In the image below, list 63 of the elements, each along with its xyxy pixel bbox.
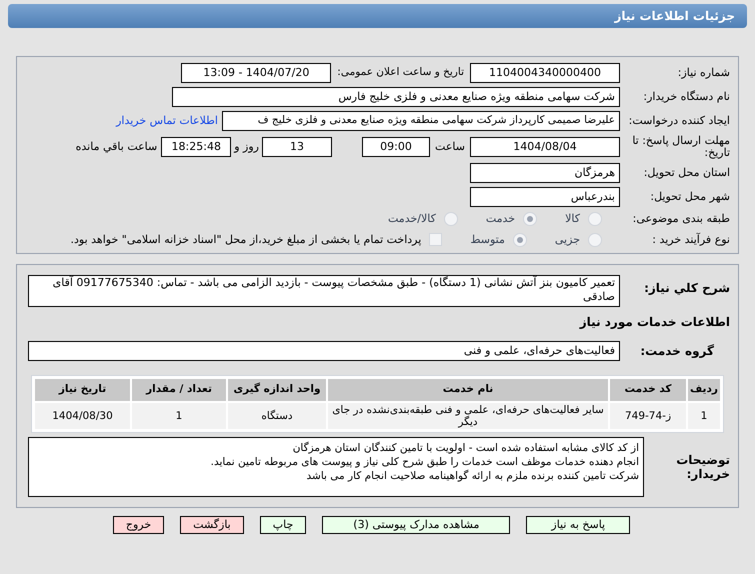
value-field: 09:00 xyxy=(362,137,430,157)
note-line: انجام دهنده خدمات موظف است خدمات را طبق شرح کلی نیاز و پیوست های مربوطه تامین نماید. xyxy=(210,455,639,469)
checkbox[interactable] xyxy=(429,233,442,246)
column-header: تاریخ نیاز xyxy=(35,379,130,401)
value-field: هرمزگان xyxy=(470,163,620,183)
column-header: تعداد / مقدار xyxy=(132,379,226,401)
table-cell: دستگاه xyxy=(228,403,326,429)
value-field: بندرعباس xyxy=(470,187,620,207)
value-field: 1404/08/04 xyxy=(470,137,620,157)
value-field: 1404/07/20 - 13:09 xyxy=(181,63,332,83)
value-field: شرکت سهامی منطقه ویژه صنایع معدنی و فلزی خلیج فارس xyxy=(172,87,620,107)
column-header: کد خدمت xyxy=(610,379,686,401)
value-field: 13 xyxy=(262,137,332,157)
field-label: نام دستگاه خریدار: xyxy=(642,88,731,105)
table-cell: ز-74-749 xyxy=(610,403,686,429)
radio-label: متوسط xyxy=(470,232,505,248)
note-line: شرکت تامین کننده برنده ملزم به ارائه گواهینامه صلاحیت انجام کار می باشد xyxy=(306,469,639,483)
radio-button[interactable] xyxy=(588,212,602,226)
buyer-notes-field[interactable] xyxy=(28,437,644,497)
value-field: فعالیت‌های حرفه‌ای، علمی و فنی xyxy=(28,341,620,361)
summary-field[interactable]: تعمیر کامیون بنز آتش نشانی (1 دستگاه) - طبق مشخصات پیوست - بازدید الزامی می باشد - تماس: 09177675340 آقای صادقی xyxy=(28,275,620,307)
field-label: شهر محل تحویل: xyxy=(649,188,731,205)
header-bar: جزئیات اطلاعات نیاز xyxy=(8,4,747,28)
column-header: ردیف xyxy=(688,379,720,401)
field-label: استان محل تحویل: xyxy=(642,164,731,181)
field-label: ایجاد کننده درخواست: xyxy=(628,112,731,129)
field-label: شرح کلي نياز: xyxy=(643,280,731,297)
field-label: روز و xyxy=(232,138,260,155)
buyer-contact-link[interactable]: اطلاعات تماس خریدار xyxy=(116,112,218,130)
radio-label: جزیی xyxy=(554,232,580,248)
radio-button[interactable] xyxy=(444,212,458,226)
radio-label: کالا xyxy=(565,211,580,227)
table-cell: 1 xyxy=(688,403,720,429)
radio-button[interactable] xyxy=(523,212,538,226)
value-field: 1104004340000400 xyxy=(470,63,620,83)
value-field: علیرضا صمیمی کارپرداز شرکت سهامی منطقه ویژه صنایع معدنی و فلزی خلیج ف xyxy=(222,111,620,131)
field-label: طبقه بندی موضوعی: xyxy=(632,211,731,227)
section-title: اطلاعات خدمات مورد نیاز xyxy=(578,314,731,331)
radio-label: خدمت xyxy=(486,211,516,227)
table-cell: 1404/08/30 xyxy=(35,403,130,429)
field-label: ساعت باقي مانده xyxy=(76,138,158,155)
field-label: توضیحات خریدار: xyxy=(675,453,731,481)
table-cell: 1 xyxy=(132,403,226,429)
field-label: مهلت ارسال پاسخ: تا تاریخ: xyxy=(631,135,731,159)
action-button[interactable]: پاسخ به نیاز xyxy=(526,516,630,534)
table-cell: سایر فعالیت‌های حرفه‌ای، علمی و فنی طبقه‌بندی‌نشده در جای دیگر xyxy=(328,403,608,429)
radio-label: کالا/خدمت xyxy=(388,211,436,227)
radio-button[interactable] xyxy=(512,232,527,247)
field-label: تاریخ و ساعت اعلان عمومی: xyxy=(336,65,465,80)
action-button[interactable]: چاپ xyxy=(260,516,306,534)
radio-button[interactable] xyxy=(588,232,602,247)
action-button[interactable]: خروج xyxy=(112,516,164,534)
note-line: از کد کالای مشابه استفاده شده است - اولویت با تامین کنندگان استان هرمزگان xyxy=(292,441,639,455)
action-button[interactable]: بازگشت xyxy=(180,516,244,534)
field-label: گروه خدمت: xyxy=(639,343,715,360)
payment-note: پرداخت تمام یا بخشی از مبلغ خرید،از محل "اسناد خزانه اسلامی" خواهد بود. xyxy=(70,232,422,248)
field-label: ساعت xyxy=(434,138,466,155)
field-label: شماره نیاز: xyxy=(676,64,731,81)
countdown-field: 18:25:48 xyxy=(161,137,232,157)
action-button[interactable]: مشاهده مدارک پیوستی (3) xyxy=(322,516,510,534)
column-header: واحد اندازه گیری xyxy=(228,379,326,401)
column-header: نام خدمت xyxy=(328,379,608,401)
field-label: نوع فرآیند خرید : xyxy=(651,232,731,248)
